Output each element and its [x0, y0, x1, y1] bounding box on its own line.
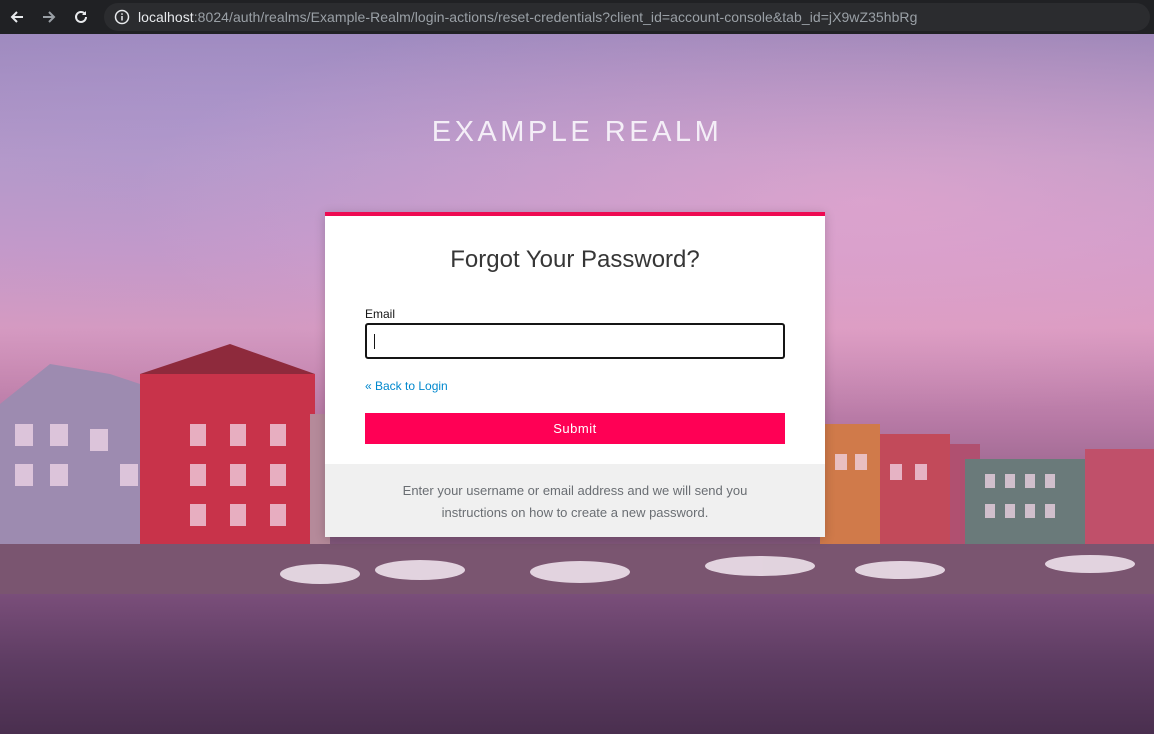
address-bar[interactable]: localhost:8024/auth/realms/Example-Realm…: [104, 3, 1150, 31]
realm-title: EXAMPLE REALM: [431, 116, 723, 148]
back-to-login-link[interactable]: « Back to Login: [365, 379, 448, 393]
reload-icon[interactable]: [66, 2, 96, 32]
info-icon[interactable]: [114, 9, 130, 25]
text-cursor: [374, 334, 375, 349]
url-text: localhost:8024/auth/realms/Example-Realm…: [138, 9, 917, 25]
reset-password-card: Forgot Your Password? Email « Back to Lo…: [325, 212, 825, 537]
url-path: :8024/auth/realms/Example-Realm/login-ac…: [193, 9, 918, 25]
forward-icon[interactable]: [34, 2, 64, 32]
url-host: localhost: [138, 9, 194, 25]
info-footer: Enter your username or email address and…: [325, 464, 825, 537]
login-page: EXAMPLE REALM Forgot Your Password? Emai…: [0, 34, 1154, 734]
email-label: Email: [365, 307, 396, 321]
info-text: Enter your username or email address and…: [402, 483, 748, 520]
browser-toolbar: localhost:8024/auth/realms/Example-Realm…: [0, 0, 1154, 34]
email-field[interactable]: [365, 323, 785, 359]
page-title: Forgot Your Password?: [450, 246, 700, 273]
submit-button[interactable]: Submit: [365, 413, 785, 444]
back-icon[interactable]: [2, 2, 32, 32]
background-water: [0, 594, 1154, 734]
